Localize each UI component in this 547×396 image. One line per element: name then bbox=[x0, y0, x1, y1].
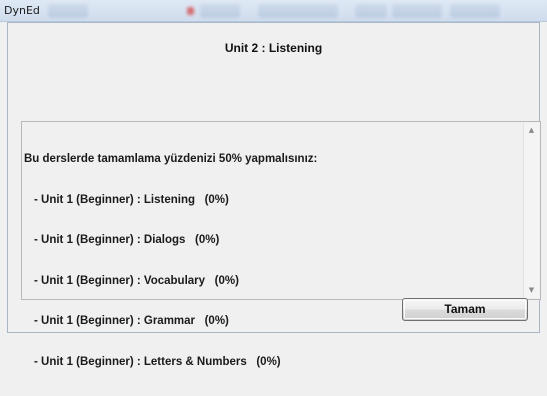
vertical-scrollbar[interactable]: ▲ ▼ bbox=[523, 123, 539, 298]
message-listbox[interactable]: Bu derslerde tamamlama yüzdenizi 50% yap… bbox=[21, 121, 541, 368]
ok-button[interactable]: Tamam bbox=[402, 298, 528, 321]
chevron-up-icon[interactable]: ▲ bbox=[524, 123, 539, 138]
background-taskbar-blur bbox=[48, 4, 88, 18]
message-content: Bu derslerde tamamlama yüzdenizi 50% yap… bbox=[24, 126, 317, 396]
ok-button-label: Tamam bbox=[444, 302, 486, 316]
list-item: - Unit 1 (Beginner) : Grammar (0%) bbox=[34, 315, 229, 327]
list-item: - Unit 1 (Beginner) : Dialogs (0%) bbox=[34, 234, 220, 246]
app-title: DynEd bbox=[4, 4, 40, 17]
background-taskbar-blur bbox=[355, 4, 387, 18]
dialog-window: Unit 2 : Listening Bu derslerde tamamlam… bbox=[7, 22, 541, 368]
chevron-down-icon[interactable]: ▼ bbox=[524, 283, 539, 298]
background-taskbar-blur bbox=[450, 4, 500, 18]
background-taskbar-blur bbox=[200, 4, 240, 18]
dialog-heading: Unit 2 : Listening bbox=[224, 41, 323, 55]
background-taskbar-blur bbox=[258, 4, 338, 18]
list-item: - Unit 1 (Beginner) : Letters & Numbers … bbox=[34, 355, 281, 368]
title-bar: DynEd bbox=[0, 0, 547, 22]
message-text: Bu derslerde tamamlama yüzdenizi 50% yap… bbox=[24, 153, 318, 165]
background-taskbar-blur bbox=[392, 4, 442, 18]
list-item: - Unit 1 (Beginner) : Vocabulary (0%) bbox=[34, 274, 239, 287]
list-item: - Unit 1 (Beginner) : Listening (0%) bbox=[34, 193, 229, 206]
background-flag-icon bbox=[187, 7, 194, 15]
